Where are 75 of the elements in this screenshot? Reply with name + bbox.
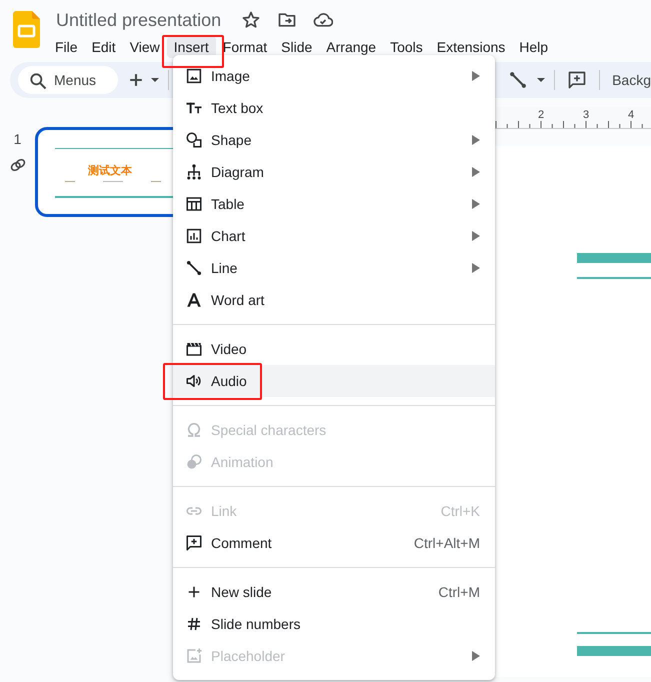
omega-icon bbox=[185, 421, 203, 439]
submenu-arrow-icon bbox=[472, 135, 480, 145]
menu-item-label: Audio bbox=[211, 372, 247, 390]
submenu-arrow-icon bbox=[472, 167, 480, 177]
image-icon bbox=[185, 67, 203, 85]
slide-title: 测试文本 bbox=[88, 165, 132, 177]
speaker-icon bbox=[185, 372, 203, 390]
menu-bar-item[interactable]: Arrange bbox=[319, 36, 384, 58]
menu-item-label: Chart bbox=[211, 226, 246, 246]
menu-item[interactable]: Chart bbox=[173, 220, 495, 252]
menu-item[interactable]: Comment Ctrl+Alt+M bbox=[173, 527, 495, 559]
menu-item-label: Comment bbox=[211, 534, 272, 552]
shortcut-text: Ctrl+M bbox=[438, 582, 480, 602]
menu-item-label: New slide bbox=[211, 582, 272, 602]
submenu-arrow-icon bbox=[472, 651, 480, 661]
menu-item[interactable]: Line bbox=[173, 252, 495, 284]
menu-item-label: Placeholder bbox=[211, 646, 285, 666]
star-icon[interactable] bbox=[241, 10, 262, 30]
menu-item-label: Diagram bbox=[211, 162, 264, 182]
menu-item[interactable]: Audio bbox=[173, 365, 495, 397]
menu-bar-item[interactable]: View bbox=[122, 36, 167, 58]
menu-bar-item[interactable]: Extensions bbox=[430, 36, 512, 58]
line-icon[interactable] bbox=[508, 70, 528, 90]
hash-icon bbox=[185, 615, 203, 633]
menu-bar-item[interactable]: Edit bbox=[84, 36, 123, 58]
menu-bar-item[interactable]: Slide bbox=[274, 36, 320, 58]
menu-item[interactable]: Text box bbox=[173, 92, 495, 124]
menu-item-label: Word art bbox=[211, 290, 264, 310]
menu-bar-item[interactable]: Help bbox=[512, 36, 556, 58]
line-icon bbox=[185, 259, 203, 277]
menu-item-label: Table bbox=[211, 194, 244, 214]
menu-item-label: Shape bbox=[211, 130, 252, 150]
caret-icon[interactable] bbox=[150, 75, 160, 85]
menu-bar-item[interactable]: Format bbox=[216, 36, 274, 58]
menu-item-label: Animation bbox=[211, 452, 274, 472]
submenu-arrow-icon bbox=[472, 263, 480, 273]
submenu-arrow-icon bbox=[472, 231, 480, 241]
ruler-number: 4 bbox=[628, 109, 634, 121]
shortcut-text: Ctrl+Alt+M bbox=[414, 534, 480, 552]
menu-item-label: Image bbox=[211, 66, 250, 86]
add-comment-icon[interactable] bbox=[567, 70, 588, 90]
submenu-arrow-icon bbox=[472, 71, 480, 81]
menu-item[interactable]: New slide Ctrl+M bbox=[173, 576, 495, 608]
chart-icon bbox=[185, 227, 203, 245]
table-icon bbox=[185, 195, 203, 213]
menu-item-label: Line bbox=[211, 258, 238, 278]
menu-item[interactable]: Image bbox=[173, 60, 495, 92]
clapperboard-icon bbox=[185, 340, 203, 358]
menu-item-label: Link bbox=[211, 502, 237, 520]
menu-bar-item[interactable]: Tools bbox=[383, 36, 430, 58]
search-field[interactable]: Menus bbox=[18, 66, 118, 94]
menu-item-label: Video bbox=[211, 340, 247, 358]
background-button[interactable]: Backg bbox=[612, 70, 651, 90]
menu-item-label: Text box bbox=[211, 98, 264, 118]
shapes-icon bbox=[185, 131, 203, 149]
circles-icon bbox=[185, 453, 203, 471]
add-comment-icon bbox=[185, 534, 203, 552]
presentation-title[interactable]: Untitled presentation bbox=[48, 8, 222, 32]
menu-item-label: Slide numbers bbox=[211, 614, 300, 634]
submenu-arrow-icon bbox=[472, 199, 480, 209]
search-icon bbox=[28, 71, 48, 91]
letter-a-icon bbox=[185, 291, 203, 309]
image-plus-icon bbox=[185, 647, 203, 665]
caret-icon[interactable] bbox=[536, 75, 546, 85]
menu-bar-item[interactable]: File bbox=[48, 36, 85, 58]
ruler-number: 3 bbox=[582, 109, 590, 121]
diagram-icon bbox=[185, 163, 203, 181]
menu-item[interactable]: Word art bbox=[173, 284, 495, 316]
menu-item[interactable]: Slide numbers bbox=[173, 608, 495, 640]
menu-item[interactable]: Video bbox=[173, 333, 495, 365]
ruler-number: 2 bbox=[538, 109, 544, 121]
menu-item-label: Special characters bbox=[211, 420, 326, 440]
shortcut-text: Ctrl+K bbox=[440, 502, 480, 520]
slide-number: 1 bbox=[12, 130, 22, 149]
linked-rings-icon bbox=[8, 156, 26, 174]
